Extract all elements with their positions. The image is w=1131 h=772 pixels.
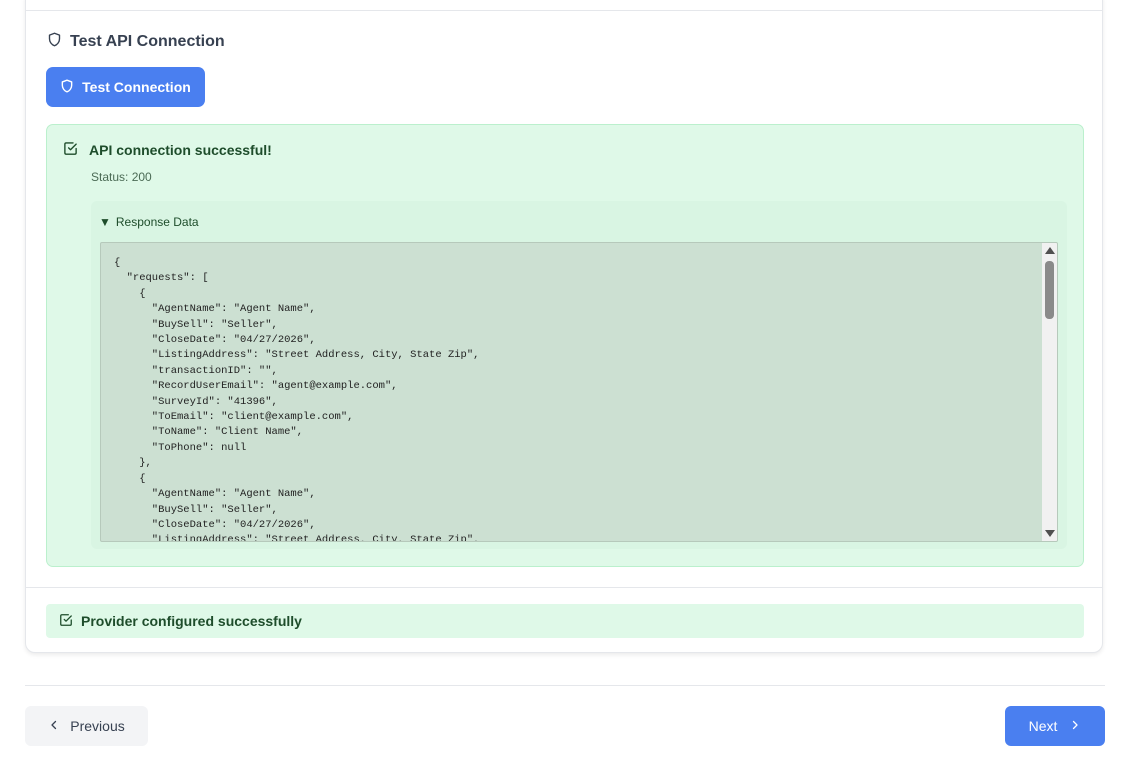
- provider-success-message: Provider configured successfully: [81, 613, 302, 629]
- check-square-icon: [63, 141, 78, 159]
- chevron-left-icon: [48, 718, 60, 734]
- section-title-text: Test API Connection: [70, 33, 225, 50]
- disclosure-triangle-icon: ▼: [99, 215, 111, 229]
- scroll-down-arrow-icon[interactable]: [1045, 530, 1055, 537]
- connection-result-panel: API connection successful! Status: 200 ▼…: [46, 124, 1084, 567]
- response-details: ▼ Response Data { "requests": [ { "Agent…: [91, 201, 1067, 549]
- divider: [26, 10, 1102, 11]
- status-code: Status: 200: [91, 170, 152, 184]
- shield-icon: [47, 32, 62, 52]
- divider: [26, 587, 1102, 588]
- shield-icon: [60, 78, 74, 96]
- divider: [25, 685, 1105, 686]
- chevron-right-icon: [1069, 718, 1081, 734]
- next-label: Next: [1028, 718, 1058, 734]
- test-connection-label: Test Connection: [82, 79, 191, 95]
- provider-setup-card: Test API Connection Test Connection API …: [25, 0, 1103, 653]
- code-scrollbar[interactable]: [1042, 243, 1057, 541]
- previous-button[interactable]: Previous: [25, 706, 148, 746]
- scroll-thumb[interactable]: [1045, 261, 1054, 319]
- details-summary-label: Response Data: [115, 215, 199, 229]
- provider-success-banner: Provider configured successfully: [46, 604, 1084, 638]
- test-section-title: Test API Connection: [47, 32, 225, 52]
- response-details-toggle[interactable]: ▼ Response Data: [99, 215, 199, 229]
- result-header: API connection successful!: [63, 141, 272, 159]
- response-json: { "requests": [ { "AgentName": "Agent Na…: [114, 257, 480, 542]
- check-square-icon: [59, 613, 73, 630]
- response-code-block[interactable]: { "requests": [ { "AgentName": "Agent Na…: [100, 242, 1058, 542]
- next-button[interactable]: Next: [1005, 706, 1105, 746]
- result-message: API connection successful!: [89, 142, 272, 158]
- previous-label: Previous: [70, 718, 125, 734]
- test-connection-button[interactable]: Test Connection: [46, 67, 205, 107]
- scroll-up-arrow-icon[interactable]: [1045, 247, 1055, 254]
